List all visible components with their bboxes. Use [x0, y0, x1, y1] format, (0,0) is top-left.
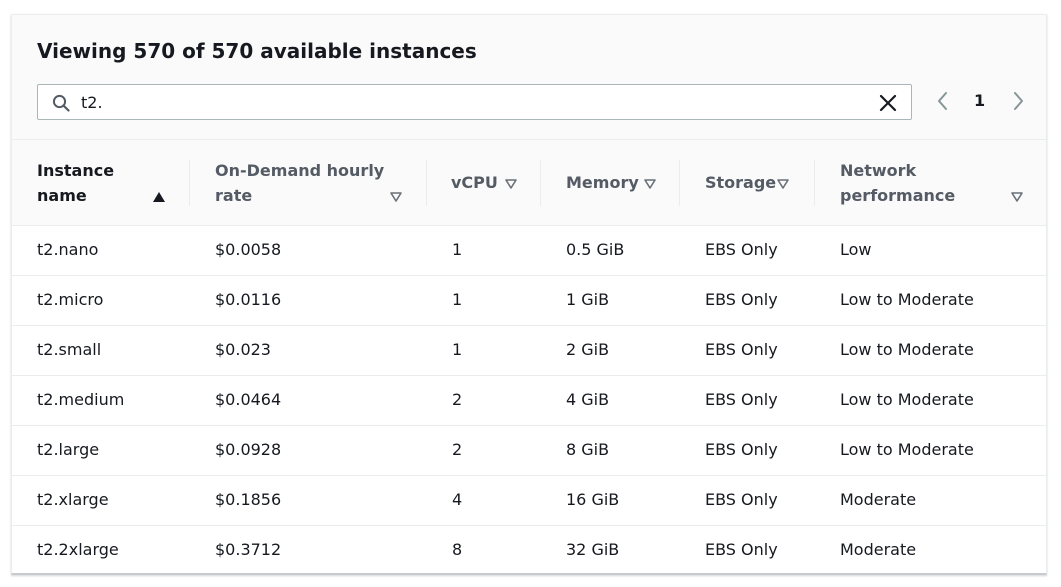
- current-page-number[interactable]: 1: [974, 91, 985, 110]
- table-header: Instance name On-Demand hourly rate vCPU: [12, 140, 1046, 226]
- table-row[interactable]: t2.large $0.0928 2 8 GiB EBS Only Low to…: [12, 426, 1046, 476]
- cell-vcpu: 1: [452, 290, 463, 309]
- column-label: Network: [840, 161, 917, 180]
- cell-vcpu: 2: [452, 440, 463, 459]
- instances-panel: Viewing 570 of 570 available instances 1…: [11, 14, 1047, 575]
- column-label: Storage: [705, 173, 777, 192]
- cell-storage: EBS Only: [705, 440, 778, 459]
- cell-hourly-rate: $0.023: [215, 340, 271, 359]
- panel-header: Viewing 570 of 570 available instances 1: [12, 15, 1046, 140]
- column-label: vCPU: [451, 173, 498, 192]
- cell-storage: EBS Only: [705, 540, 778, 559]
- column-label: rate: [215, 186, 253, 205]
- cell-memory: 4 GiB: [566, 390, 610, 409]
- column-header-storage[interactable]: Storage: [679, 140, 814, 226]
- search-input[interactable]: [81, 89, 861, 115]
- sort-icon: [777, 179, 789, 189]
- sort-icon: [644, 179, 656, 189]
- column-header-hourly-rate[interactable]: On-Demand hourly rate: [189, 140, 426, 226]
- cell-vcpu: 2: [452, 390, 463, 409]
- chevron-left-icon[interactable]: [935, 90, 951, 112]
- cell-hourly-rate: $0.0058: [215, 240, 282, 259]
- cell-storage: EBS Only: [705, 240, 778, 259]
- column-header-instance-name[interactable]: Instance name: [12, 140, 189, 226]
- chevron-right-icon[interactable]: [1010, 90, 1026, 112]
- table-row[interactable]: t2.2xlarge $0.3712 8 32 GiB EBS Only Mod…: [12, 526, 1046, 573]
- column-divider: [679, 160, 680, 206]
- table-row[interactable]: t2.micro $0.0116 1 1 GiB EBS Only Low to…: [12, 276, 1046, 326]
- cell-network-performance: Low: [840, 240, 872, 259]
- cell-network-performance: Moderate: [840, 490, 917, 509]
- sort-icon: [390, 192, 402, 202]
- cell-vcpu: 1: [452, 340, 463, 359]
- page-title: Viewing 570 of 570 available instances: [37, 39, 477, 63]
- column-label: On-Demand hourly: [215, 161, 385, 180]
- cell-hourly-rate: $0.3712: [215, 540, 282, 559]
- cell-memory: 32 GiB: [566, 540, 620, 559]
- column-label: name: [37, 186, 87, 205]
- sort-icon: [1011, 192, 1023, 202]
- cell-network-performance: Low to Moderate: [840, 290, 974, 309]
- cell-hourly-rate: $0.1856: [215, 490, 282, 509]
- column-divider: [814, 160, 815, 206]
- table-row[interactable]: t2.small $0.023 1 2 GiB EBS Only Low to …: [12, 326, 1046, 376]
- cell-hourly-rate: $0.0464: [215, 390, 282, 409]
- table-row[interactable]: t2.medium $0.0464 2 4 GiB EBS Only Low t…: [12, 376, 1046, 426]
- cell-memory: 16 GiB: [566, 490, 620, 509]
- cell-network-performance: Low to Moderate: [840, 340, 974, 359]
- cell-storage: EBS Only: [705, 490, 778, 509]
- cell-hourly-rate: $0.0928: [215, 440, 282, 459]
- cell-instance-name: t2.micro: [37, 290, 104, 309]
- cell-instance-name: t2.medium: [37, 390, 125, 409]
- cell-memory: 0.5 GiB: [566, 240, 625, 259]
- sort-ascending-icon: [153, 192, 165, 202]
- column-label: Memory: [566, 173, 639, 192]
- cell-instance-name: t2.nano: [37, 240, 99, 259]
- column-divider: [426, 160, 427, 206]
- column-label: performance: [840, 186, 956, 205]
- cell-vcpu: 8: [452, 540, 463, 559]
- cell-memory: 8 GiB: [566, 440, 610, 459]
- cell-memory: 1 GiB: [566, 290, 610, 309]
- cell-network-performance: Moderate: [840, 540, 917, 559]
- table-row[interactable]: t2.xlarge $0.1856 4 16 GiB EBS Only Mode…: [12, 476, 1046, 526]
- sort-icon: [505, 179, 517, 189]
- table-row[interactable]: t2.nano $0.0058 1 0.5 GiB EBS Only Low: [12, 226, 1046, 276]
- cell-vcpu: 1: [452, 240, 463, 259]
- column-divider: [189, 160, 190, 206]
- cell-vcpu: 4: [452, 490, 463, 509]
- cell-network-performance: Low to Moderate: [840, 440, 974, 459]
- close-icon[interactable]: [878, 93, 898, 113]
- cell-network-performance: Low to Moderate: [840, 390, 974, 409]
- cell-storage: EBS Only: [705, 340, 778, 359]
- column-label: Instance: [37, 161, 115, 180]
- column-header-memory[interactable]: Memory: [540, 140, 679, 226]
- search-field[interactable]: [37, 84, 912, 120]
- cell-instance-name: t2.large: [37, 440, 100, 459]
- cell-memory: 2 GiB: [566, 340, 610, 359]
- column-header-vcpu[interactable]: vCPU: [426, 140, 540, 226]
- cell-instance-name: t2.xlarge: [37, 490, 109, 509]
- table-body: t2.nano $0.0058 1 0.5 GiB EBS Only Low t…: [12, 226, 1046, 573]
- search-icon: [52, 94, 70, 112]
- cell-storage: EBS Only: [705, 290, 778, 309]
- column-header-network-performance[interactable]: Network performance: [814, 140, 1046, 226]
- cell-instance-name: t2.small: [37, 340, 102, 359]
- column-divider: [540, 160, 541, 206]
- cell-storage: EBS Only: [705, 390, 778, 409]
- cell-instance-name: t2.2xlarge: [37, 540, 119, 559]
- cell-hourly-rate: $0.0116: [215, 290, 282, 309]
